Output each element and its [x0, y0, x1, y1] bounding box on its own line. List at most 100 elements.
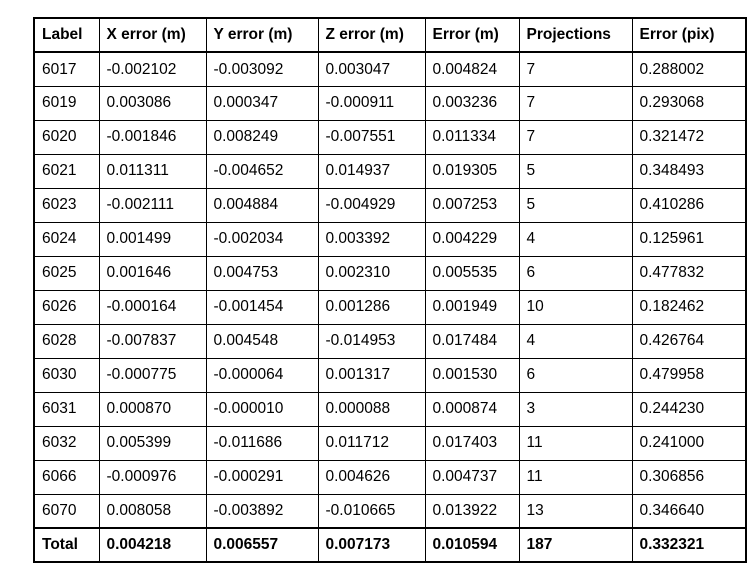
cell-error-pix: 0.348493 [631, 153, 747, 189]
cell-projections: 6 [518, 255, 633, 291]
table-row: 6032 0.005399 -0.011686 0.011712 0.01740… [33, 425, 747, 461]
cell-z-error: -0.010665 [317, 493, 426, 529]
cell-error-pix: 0.410286 [631, 187, 747, 223]
table-row: 6025 0.001646 0.004753 0.002310 0.005535… [33, 255, 747, 291]
table-row: 6066 -0.000976 -0.000291 0.004626 0.0047… [33, 459, 747, 495]
cell-label: 6028 [33, 323, 100, 359]
column-header-error-m: Error (m) [424, 17, 520, 53]
cell-x-error: 0.000870 [98, 391, 207, 427]
cell-error-m: 0.017484 [424, 323, 520, 359]
table-total-row: Total 0.004218 0.006557 0.007173 0.01059… [33, 527, 747, 563]
cell-error-m: 0.004229 [424, 221, 520, 257]
table-row: 6030 -0.000775 -0.000064 0.001317 0.0015… [33, 357, 747, 393]
cell-z-error: 0.002310 [317, 255, 426, 291]
cell-x-error: -0.000164 [98, 289, 207, 325]
cell-label: 6017 [33, 51, 100, 87]
error-table-container: Label X error (m) Y error (m) Z error (m… [33, 17, 747, 563]
cell-error-m: 0.003236 [424, 85, 520, 121]
cell-error-m: 0.013922 [424, 493, 520, 529]
cell-projections: 4 [518, 323, 633, 359]
cell-error-m: 0.005535 [424, 255, 520, 291]
cell-error-m: 0.019305 [424, 153, 520, 189]
cell-projections: 10 [518, 289, 633, 325]
cell-x-error: -0.002102 [98, 51, 207, 87]
cell-error-pix: 0.321472 [631, 119, 747, 155]
table-row: 6019 0.003086 0.000347 -0.000911 0.00323… [33, 85, 747, 121]
cell-x-error: -0.001846 [98, 119, 207, 155]
cell-y-error: -0.001454 [205, 289, 319, 325]
cell-x-error: 0.005399 [98, 425, 207, 461]
table-row: 6024 0.001499 -0.002034 0.003392 0.00422… [33, 221, 747, 257]
cell-projections: 5 [518, 187, 633, 223]
cell-y-error: 0.008249 [205, 119, 319, 155]
cell-label: 6032 [33, 425, 100, 461]
table-row: 6026 -0.000164 -0.001454 0.001286 0.0019… [33, 289, 747, 325]
cell-x-error: -0.007837 [98, 323, 207, 359]
cell-z-error: 0.001317 [317, 357, 426, 393]
column-header-x-error: X error (m) [98, 17, 207, 53]
cell-error-pix: 0.306856 [631, 459, 747, 495]
total-cell-y-error: 0.006557 [205, 527, 319, 563]
table-row: 6021 0.011311 -0.004652 0.014937 0.01930… [33, 153, 747, 189]
cell-label: 6020 [33, 119, 100, 155]
column-header-y-error: Y error (m) [205, 17, 319, 53]
cell-y-error: -0.002034 [205, 221, 319, 257]
cell-projections: 7 [518, 119, 633, 155]
cell-z-error: -0.014953 [317, 323, 426, 359]
cell-projections: 7 [518, 51, 633, 87]
cell-label: 6025 [33, 255, 100, 291]
table-row: 6017 -0.002102 -0.003092 0.003047 0.0048… [33, 51, 747, 87]
total-cell-error-pix: 0.332321 [631, 527, 747, 563]
cell-z-error: 0.001286 [317, 289, 426, 325]
cell-label: 6023 [33, 187, 100, 223]
cell-label: 6066 [33, 459, 100, 495]
cell-z-error: 0.003392 [317, 221, 426, 257]
total-cell-projections: 187 [518, 527, 633, 563]
cell-error-m: 0.001530 [424, 357, 520, 393]
cell-error-pix: 0.244230 [631, 391, 747, 427]
cell-error-pix: 0.241000 [631, 425, 747, 461]
table-row: 6031 0.000870 -0.000010 0.000088 0.00087… [33, 391, 747, 427]
cell-x-error: -0.002111 [98, 187, 207, 223]
cell-projections: 6 [518, 357, 633, 393]
column-header-projections: Projections [518, 17, 633, 53]
cell-projections: 4 [518, 221, 633, 257]
column-header-error-pix: Error (pix) [631, 17, 747, 53]
cell-error-pix: 0.426764 [631, 323, 747, 359]
cell-label: 6026 [33, 289, 100, 325]
cell-error-m: 0.001949 [424, 289, 520, 325]
error-table: Label X error (m) Y error (m) Z error (m… [33, 17, 747, 563]
total-cell-error-m: 0.010594 [424, 527, 520, 563]
cell-y-error: 0.004884 [205, 187, 319, 223]
cell-y-error: -0.004652 [205, 153, 319, 189]
cell-z-error: -0.007551 [317, 119, 426, 155]
table-body: 6017 -0.002102 -0.003092 0.003047 0.0048… [33, 51, 747, 563]
total-cell-z-error: 0.007173 [317, 527, 426, 563]
cell-label: 6021 [33, 153, 100, 189]
table-row: 6070 0.008058 -0.003892 -0.010665 0.0139… [33, 493, 747, 529]
cell-y-error: 0.004753 [205, 255, 319, 291]
cell-error-pix: 0.288002 [631, 51, 747, 87]
cell-z-error: 0.011712 [317, 425, 426, 461]
cell-x-error: 0.001499 [98, 221, 207, 257]
cell-error-m: 0.004824 [424, 51, 520, 87]
cell-projections: 11 [518, 459, 633, 495]
cell-y-error: -0.000064 [205, 357, 319, 393]
cell-label: 6031 [33, 391, 100, 427]
cell-y-error: -0.003092 [205, 51, 319, 87]
cell-x-error: 0.001646 [98, 255, 207, 291]
cell-z-error: -0.000911 [317, 85, 426, 121]
table-header: Label X error (m) Y error (m) Z error (m… [33, 17, 747, 53]
column-header-z-error: Z error (m) [317, 17, 426, 53]
cell-x-error: -0.000976 [98, 459, 207, 495]
cell-x-error: 0.003086 [98, 85, 207, 121]
table-row: 6028 -0.007837 0.004548 -0.014953 0.0174… [33, 323, 747, 359]
cell-error-pix: 0.182462 [631, 289, 747, 325]
cell-z-error: 0.000088 [317, 391, 426, 427]
cell-projections: 5 [518, 153, 633, 189]
cell-z-error: 0.004626 [317, 459, 426, 495]
cell-z-error: 0.014937 [317, 153, 426, 189]
cell-x-error: 0.008058 [98, 493, 207, 529]
cell-projections: 7 [518, 85, 633, 121]
cell-projections: 13 [518, 493, 633, 529]
